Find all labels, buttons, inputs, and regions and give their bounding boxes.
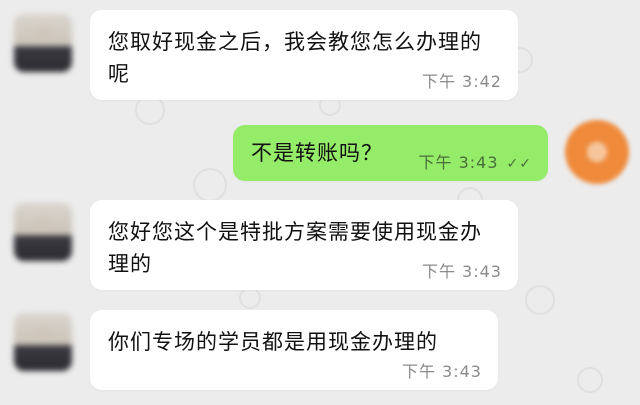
contact-avatar[interactable] — [14, 14, 72, 72]
message-text: 你们专场的学员都是用现金办理的 — [108, 330, 438, 354]
message-time: 下午 3:43 — [421, 262, 502, 281]
my-avatar[interactable] — [565, 120, 629, 184]
message-meta: 下午 3:43 ✓✓ — [419, 149, 533, 173]
contact-avatar[interactable] — [14, 313, 72, 371]
message-bubble[interactable]: 您取好现金之后，我会教您怎么办理的呢 下午 3:42 — [90, 10, 518, 100]
message-bubble[interactable]: 你们专场的学员都是用现金办理的 下午 3:43 — [90, 310, 498, 390]
message-bubble-outgoing[interactable]: 不是转账吗？ 下午 3:43 ✓✓ — [233, 125, 548, 181]
message-time: 下午 3:42 — [421, 72, 502, 91]
message-time: 下午 3:43 — [418, 153, 499, 172]
double-check-icon: ✓✓ — [506, 156, 532, 172]
contact-avatar[interactable] — [14, 203, 72, 261]
message-bubble[interactable]: 您好您这个是特批方案需要使用现金办理的 下午 3:43 — [90, 200, 518, 290]
message-time: 下午 3:43 — [401, 362, 482, 381]
